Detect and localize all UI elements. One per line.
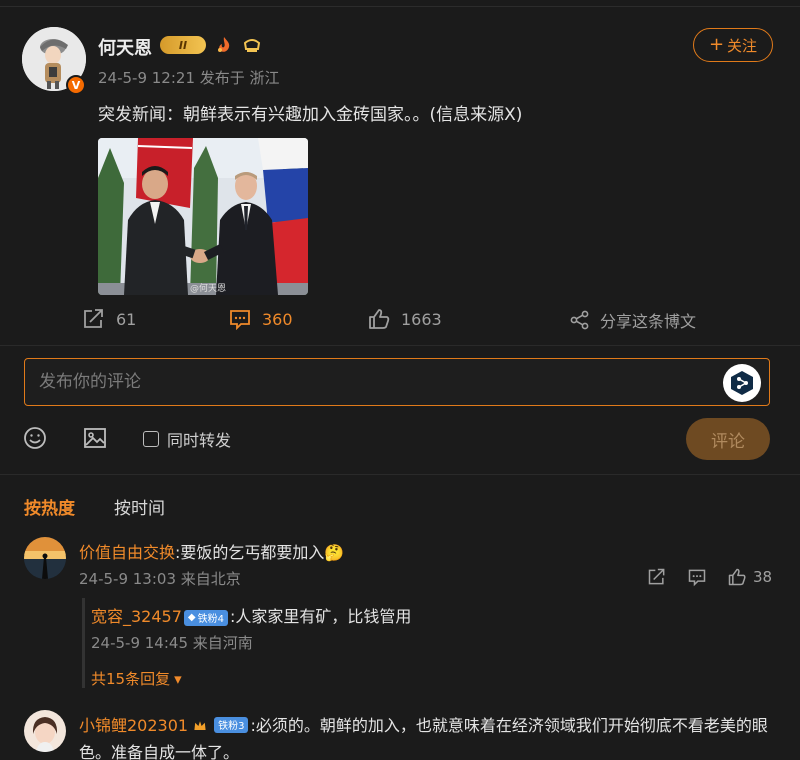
post-text: 突发新闻：朝鲜表示有兴趣加入金砖国家。。(信息来源X) — [98, 105, 523, 125]
share-button[interactable]: 分享这条博文 — [570, 308, 696, 332]
comment-repost-button[interactable] — [647, 567, 667, 587]
comment-box — [24, 358, 770, 406]
commenter-name[interactable]: 价值自由交换 — [79, 543, 175, 562]
commenter-avatar[interactable] — [24, 710, 66, 752]
divider — [0, 474, 800, 475]
more-replies-label: 共15条回复 — [91, 670, 171, 688]
fan-badge[interactable]: ◆ 铁粉4 — [183, 609, 228, 626]
tab-sort-hot[interactable]: 按热度 — [24, 494, 75, 519]
verified-badge-icon: V — [66, 75, 86, 95]
comment-timestamp-location: 24-5-9 13:03 来自北京 — [79, 570, 241, 588]
share-label: 分享这条博文 — [600, 312, 697, 331]
image-watermark: @何天恩 — [190, 284, 227, 294]
image-icon — [84, 428, 106, 448]
reply-body: 宽容_32457 ◆ 铁粉4:人家家里有矿，比钱管用 — [91, 603, 411, 627]
repost-button[interactable]: 61 — [82, 308, 136, 330]
comment-text-continued: 色。准备自成一体了。 — [79, 743, 240, 760]
reply-user-name[interactable]: 宽容_32457 — [91, 607, 182, 626]
reply-text: :人家家里有矿，比钱管用 — [229, 607, 412, 626]
comment-icon — [688, 569, 706, 587]
submit-comment-button[interactable]: 评论 — [686, 418, 770, 460]
post-image[interactable]: @何天恩 — [98, 138, 308, 295]
view-more-replies-link[interactable]: 共15条回复 ▾ — [91, 668, 182, 689]
comment-text: :必须的。朝鲜的加入，也就意味着在经济领域我们开始彻底不看老美的眼 — [250, 716, 768, 735]
follow-label: 关注 — [727, 36, 758, 55]
crown-medal-icon[interactable] — [242, 35, 262, 55]
tab-sort-time[interactable]: 按时间 — [114, 494, 165, 519]
crown-medal-icon[interactable] — [192, 718, 212, 738]
post-actions-bar: 61 360 1663 分享这条博文 — [0, 300, 800, 340]
level-badge[interactable]: II — [160, 36, 206, 54]
divider — [0, 345, 800, 346]
translate-extension-icon[interactable] — [723, 364, 761, 402]
fan-badge[interactable]: 铁粉3 — [214, 716, 249, 733]
follow-button[interactable]: + 关注 — [693, 28, 773, 62]
emoji-icon — [24, 427, 46, 449]
repost-checkbox[interactable]: 同时转发 — [143, 427, 231, 451]
commenter-avatar[interactable] — [24, 537, 66, 579]
repost-checkbox-label: 同时转发 — [167, 431, 232, 450]
checkbox[interactable] — [143, 431, 159, 447]
commenter-name[interactable]: 小锦鲤202301 — [79, 716, 188, 735]
reply-thread-line — [82, 598, 85, 688]
comment-count: 360 — [262, 309, 293, 329]
repost-icon — [648, 568, 665, 585]
thumbs-up-icon — [728, 568, 746, 586]
comment-icon — [230, 310, 250, 330]
fan-badge-label: 铁粉3 — [218, 721, 245, 732]
author-badges: II — [160, 35, 262, 55]
comment-text: :要饭的乞丐都要加入 — [175, 543, 325, 562]
comment-reply-button[interactable] — [687, 567, 707, 587]
share-icon — [570, 310, 589, 330]
comment-input[interactable] — [39, 370, 709, 394]
plus-icon: + — [708, 34, 725, 55]
caret-down-icon: ▾ — [174, 669, 182, 688]
comment-like-count: 38 — [753, 568, 773, 586]
fire-medal-icon[interactable] — [214, 35, 234, 55]
repost-icon — [84, 309, 103, 328]
author-name[interactable]: 何天恩 — [98, 34, 152, 60]
image-upload-button[interactable] — [83, 426, 107, 454]
comment-body: 价值自由交换:要饭的乞丐都要加入🤔 — [79, 539, 344, 563]
emoji-button[interactable] — [23, 426, 47, 454]
post-timestamp-location: 24-5-9 12:21 发布于 浙江 — [98, 69, 280, 87]
repost-count: 61 — [116, 309, 137, 329]
reply-timestamp-location: 24-5-9 14:45 来自河南 — [91, 634, 253, 652]
top-divider — [0, 6, 800, 7]
comment-button[interactable]: 360 — [228, 308, 293, 330]
like-button[interactable]: 1663 — [367, 308, 442, 330]
like-count: 1663 — [401, 309, 442, 329]
comment-body: 小锦鲤202301 铁粉3 :必须的。朝鲜的加入，也就意味着在经济领域我们开始彻底不… — [79, 712, 768, 738]
thumbs-up-icon — [369, 309, 390, 329]
diamond-icon: ◆ — [187, 612, 196, 623]
comment-like-button[interactable]: 38 — [727, 567, 772, 587]
thinking-emoji: 🤔 — [324, 543, 345, 562]
fan-badge-label: 铁粉4 — [197, 614, 224, 625]
